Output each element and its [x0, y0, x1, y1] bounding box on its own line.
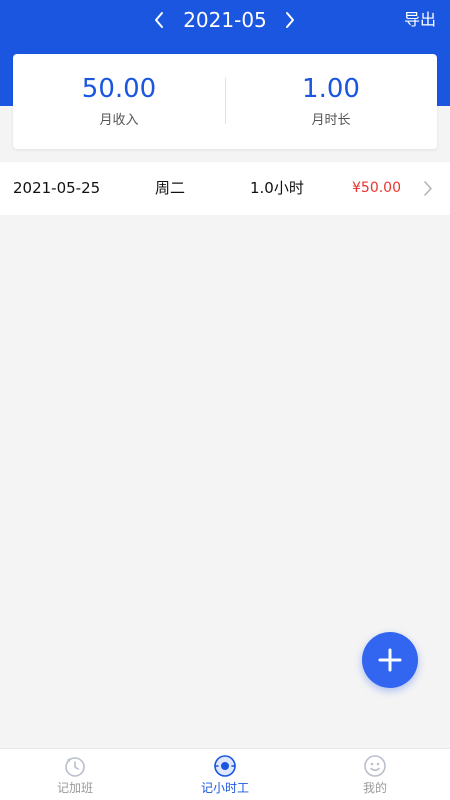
- record-date: 2021-05-25: [13, 179, 101, 197]
- tab-hourly-work[interactable]: 记小时工: [150, 749, 300, 800]
- month-nav: 2021-05 导出: [0, 0, 450, 40]
- record-hours: 1.0小时: [250, 179, 304, 197]
- monthly-duration-stat: 1.00 月时长: [225, 72, 437, 130]
- chevron-left-icon: [155, 12, 163, 28]
- clock-back-icon: [65, 757, 85, 777]
- monthly-duration-label: 月时长: [311, 113, 351, 128]
- record-amount: ¥50.00: [352, 180, 401, 196]
- tab-mine-label: 我的: [362, 781, 387, 795]
- monthly-summary-card: 50.00 月收入 1.00 月时长: [13, 54, 437, 149]
- monthly-income-value: 50.00: [81, 74, 157, 104]
- monthly-income-stat: 50.00 月收入: [13, 72, 225, 130]
- prev-month-button[interactable]: [148, 8, 170, 32]
- face-icon: [364, 755, 386, 777]
- bottom-tab-bar: 记加班 记小时工 我的: [0, 748, 450, 800]
- record-row[interactable]: 2021-05-25 周二 1.0小时 ¥50.00: [0, 162, 450, 215]
- tab-overtime[interactable]: 记加班: [0, 749, 150, 800]
- monthly-duration-value: 1.00: [302, 74, 360, 104]
- chevron-right-icon: [424, 181, 432, 196]
- export-button[interactable]: 导出: [404, 10, 436, 30]
- chevron-right-icon: [286, 12, 294, 28]
- current-month[interactable]: 2021-05: [176, 8, 274, 32]
- plus-icon: [378, 648, 402, 672]
- next-month-button[interactable]: [279, 8, 301, 32]
- tab-overtime-label: 记加班: [56, 781, 93, 795]
- timer-icon: [214, 755, 236, 777]
- tab-hourly-work-label: 记小时工: [200, 781, 249, 795]
- tab-mine[interactable]: 我的: [300, 749, 450, 800]
- monthly-income-label: 月收入: [99, 113, 139, 128]
- record-weekday: 周二: [155, 179, 186, 197]
- add-record-button[interactable]: [362, 632, 418, 688]
